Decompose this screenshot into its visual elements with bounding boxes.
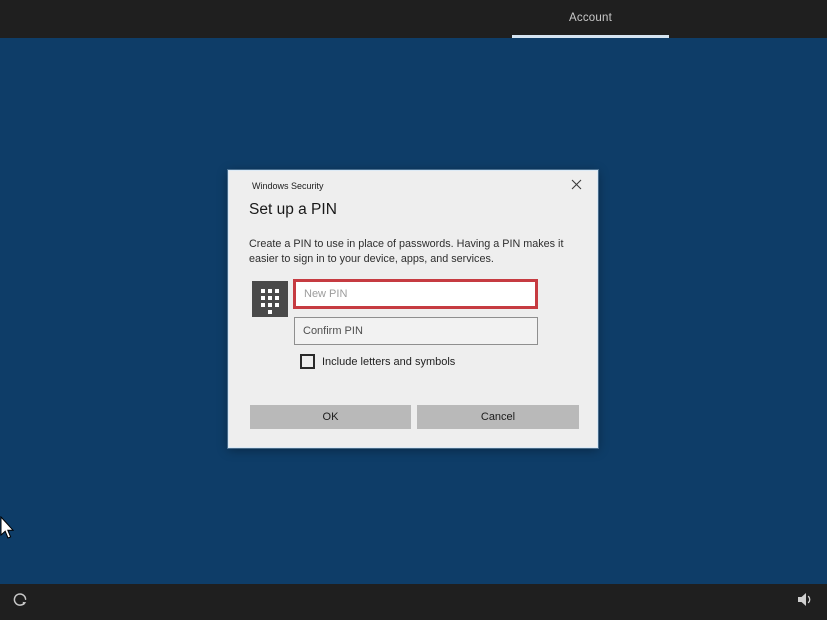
volume-button[interactable] xyxy=(793,590,817,614)
cancel-button[interactable]: Cancel xyxy=(417,405,579,429)
tab-account-label: Account xyxy=(569,12,612,24)
close-button[interactable] xyxy=(561,173,591,199)
dialog-description: Create a PIN to use in place of password… xyxy=(249,237,583,267)
dialog-title: Windows Security xyxy=(252,181,324,191)
keypad-icon xyxy=(252,281,288,317)
ease-of-access-button[interactable] xyxy=(8,590,32,614)
top-bar: Account xyxy=(0,0,827,38)
include-letters-label[interactable]: Include letters and symbols xyxy=(322,356,455,368)
windows-security-dialog: Windows Security Set up a PIN Create a P… xyxy=(228,170,598,448)
include-letters-row: Include letters and symbols xyxy=(300,354,455,369)
oobe-screen: Account Windows Security Set up a PIN Cr… xyxy=(0,0,827,620)
confirm-pin-input[interactable] xyxy=(294,317,538,345)
tab-account[interactable]: Account xyxy=(512,0,669,38)
include-letters-checkbox[interactable] xyxy=(300,354,315,369)
active-tab-indicator xyxy=(512,35,669,38)
mouse-cursor xyxy=(0,516,15,545)
volume-icon xyxy=(797,592,814,612)
close-icon xyxy=(571,177,582,195)
ease-of-access-icon xyxy=(11,591,29,614)
bottom-bar xyxy=(0,584,827,620)
new-pin-input[interactable] xyxy=(293,279,538,309)
ok-button[interactable]: OK xyxy=(250,405,411,429)
dialog-heading: Set up a PIN xyxy=(249,201,337,219)
